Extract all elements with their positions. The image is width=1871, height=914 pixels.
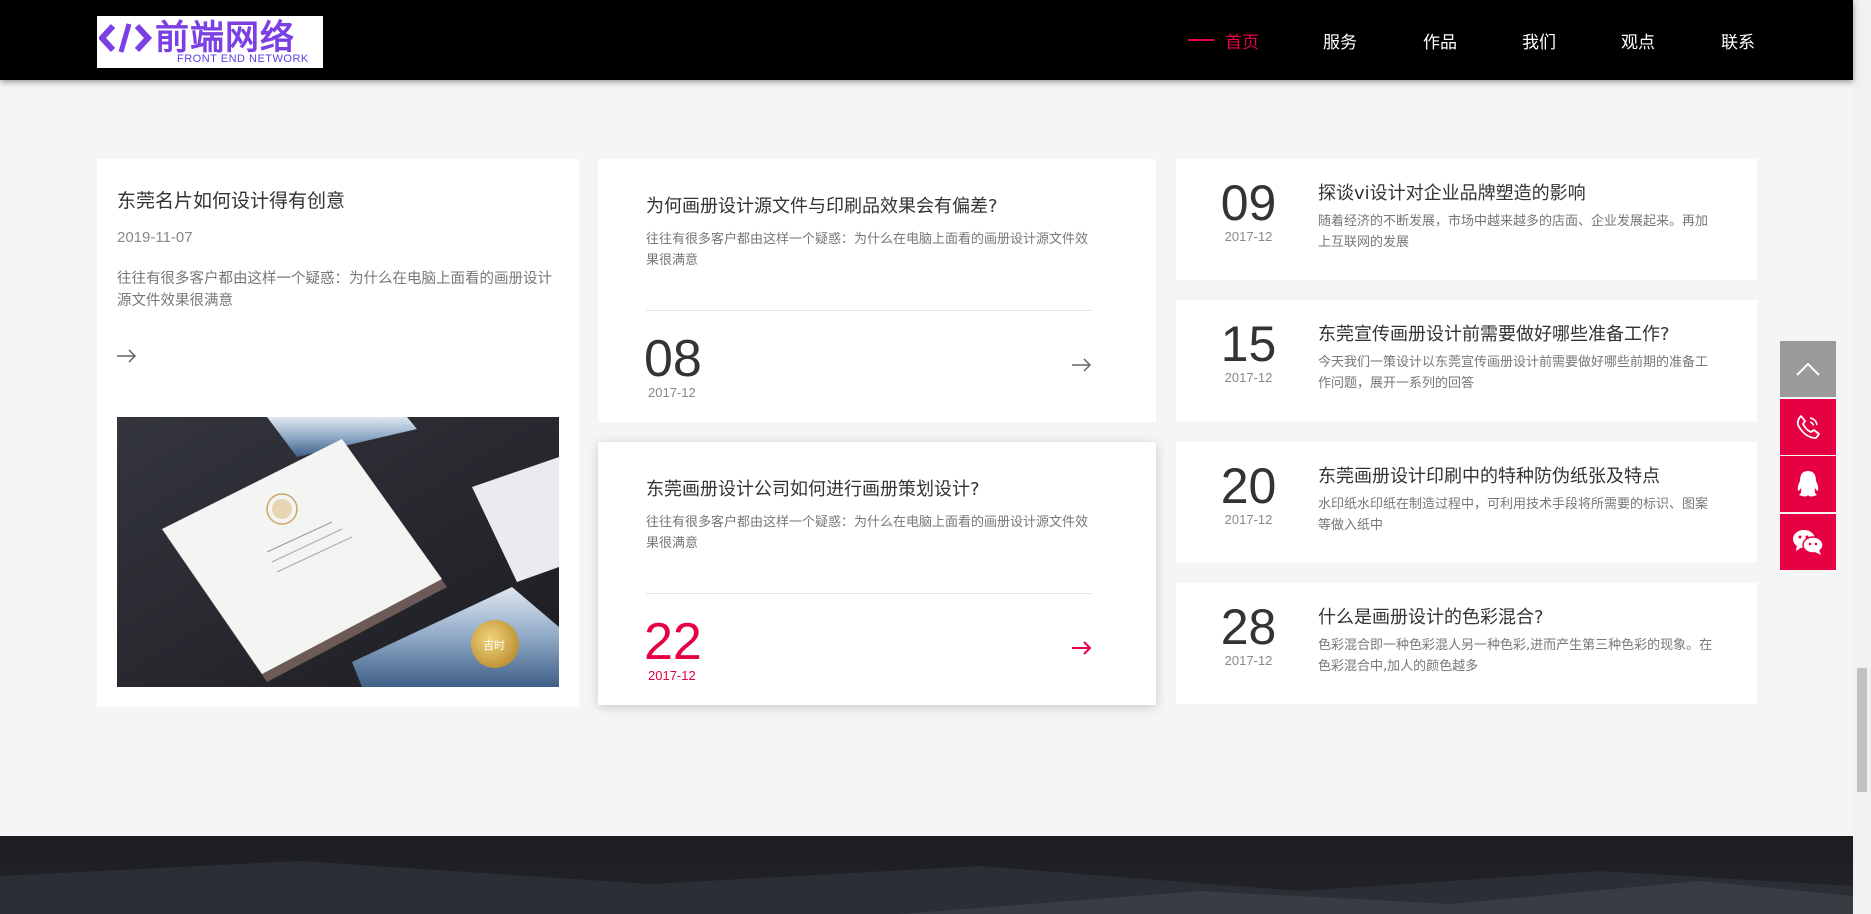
- news-item[interactable]: 28 2017-12 什么是画册设计的色彩混合? 色彩混合即一种色彩混人另一种色…: [1176, 583, 1757, 704]
- arrow-right-icon[interactable]: [117, 349, 137, 363]
- svg-text:吉时: 吉时: [483, 639, 505, 652]
- news-item[interactable]: 20 2017-12 东莞画册设计印刷中的特种防伪纸张及特点 水印纸水印纸在制造…: [1176, 442, 1757, 563]
- news-day: 15: [1220, 316, 1277, 372]
- article-day: 08: [644, 330, 702, 388]
- article-excerpt: 往往有很多客户都由这样一个疑惑：为什么在电脑上面看的画册设计源文件效果很满意: [646, 515, 1089, 551]
- nav-item-about[interactable]: 我们: [1522, 28, 1556, 53]
- news-day: 28: [1220, 599, 1277, 655]
- news-excerpt: 水印纸水印纸在制造过程中，可利用技术手段将所需要的标识、图案等做入纸中: [1318, 497, 1709, 533]
- news-day: 20: [1220, 458, 1277, 514]
- phone-icon: [1796, 415, 1820, 439]
- active-indicator: [1188, 39, 1214, 41]
- news-title[interactable]: 探谈vi设计对企业品牌塑造的影响: [1318, 179, 1586, 205]
- wechat-button[interactable]: [1780, 514, 1836, 570]
- news-year-month: 2017-12: [1224, 653, 1273, 668]
- nav-item-services[interactable]: 服务: [1323, 28, 1357, 53]
- nav-item-home[interactable]: 首页: [1225, 28, 1259, 53]
- phone-button[interactable]: [1780, 399, 1836, 455]
- news-excerpt: 随着经济的不断发展，市场中越来越多的店面、企业发展起来。再加上互联网的发展: [1318, 214, 1709, 250]
- news-year-month: 2017-12: [1224, 370, 1273, 385]
- article-year-month: 2017-12: [648, 385, 696, 400]
- article-card-hover[interactable]: 东莞画册设计公司如何进行画册策划设计? 往往有很多客户都由这样一个疑惑：为什么在…: [598, 442, 1156, 705]
- article-excerpt: 往往有很多客户都由这样一个疑惑：为什么在电脑上面看的画册设计源文件效果很满意: [117, 271, 552, 309]
- article-title[interactable]: 东莞名片如何设计得有创意: [117, 186, 345, 213]
- news-title[interactable]: 东莞画册设计印刷中的特种防伪纸张及特点: [1318, 462, 1660, 488]
- news-title[interactable]: 什么是画册设计的色彩混合?: [1318, 603, 1544, 629]
- nav-item-works[interactable]: 作品: [1423, 28, 1457, 53]
- divider: [646, 593, 1092, 594]
- article-card[interactable]: 为何画册设计源文件与印刷品效果会有偏差? 往往有很多客户都由这样一个疑惑：为什么…: [598, 159, 1156, 422]
- chevron-up-icon: [1796, 362, 1820, 376]
- qq-icon: [1797, 471, 1819, 497]
- nav-item-contact[interactable]: 联系: [1721, 28, 1755, 53]
- divider: [646, 310, 1092, 311]
- nav-item-views[interactable]: 观点: [1621, 28, 1655, 53]
- news-excerpt: 色彩混合即一种色彩混人另一种色彩,进而产生第三种色彩的现象。在色彩混合中,加人的…: [1318, 638, 1713, 674]
- site-header: 前端网络 FRONT END NETWORK 首页 服务 作品 我们 观点 联系: [0, 0, 1853, 80]
- business-card-image[interactable]: 吉时: [117, 417, 559, 687]
- news-item[interactable]: 09 2017-12 探谈vi设计对企业品牌塑造的影响 随着经济的不断发展，市场…: [1176, 159, 1757, 280]
- article-title[interactable]: 为何画册设计源文件与印刷品效果会有偏差?: [646, 192, 998, 218]
- article-date: 2019-11-07: [117, 229, 193, 246]
- scrollbar-thumb[interactable]: [1857, 668, 1867, 792]
- arrow-right-icon[interactable]: [1072, 641, 1092, 655]
- back-to-top-button[interactable]: [1780, 341, 1836, 397]
- news-title[interactable]: 东莞宣传画册设计前需要做好哪些准备工作?: [1318, 320, 1670, 346]
- news-day: 09: [1220, 175, 1277, 231]
- news-year-month: 2017-12: [1224, 229, 1273, 244]
- main-nav: 首页 服务 作品 我们 观点 联系: [0, 0, 1853, 80]
- page-scrollbar[interactable]: [1853, 0, 1871, 914]
- arrow-right-icon[interactable]: [1072, 358, 1092, 372]
- article-excerpt: 往往有很多客户都由这样一个疑惑：为什么在电脑上面看的画册设计源文件效果很满意: [646, 232, 1089, 268]
- qq-button[interactable]: [1780, 456, 1836, 512]
- article-title[interactable]: 东莞画册设计公司如何进行画册策划设计?: [646, 475, 980, 501]
- wechat-icon: [1793, 530, 1824, 555]
- article-day: 22: [644, 613, 702, 671]
- news-item[interactable]: 15 2017-12 东莞宣传画册设计前需要做好哪些准备工作? 今天我们一策设计…: [1176, 300, 1757, 421]
- featured-article-card[interactable]: 东莞名片如何设计得有创意 2019-11-07 往往有很多客户都由这样一个疑惑：…: [97, 159, 579, 707]
- news-excerpt: 今天我们一策设计以东莞宣传画册设计前需要做好哪些前期的准备工作问题，展开一系列的…: [1318, 355, 1709, 391]
- news-year-month: 2017-12: [1224, 512, 1273, 527]
- article-year-month: 2017-12: [648, 668, 696, 683]
- footer-banner: [0, 836, 1853, 914]
